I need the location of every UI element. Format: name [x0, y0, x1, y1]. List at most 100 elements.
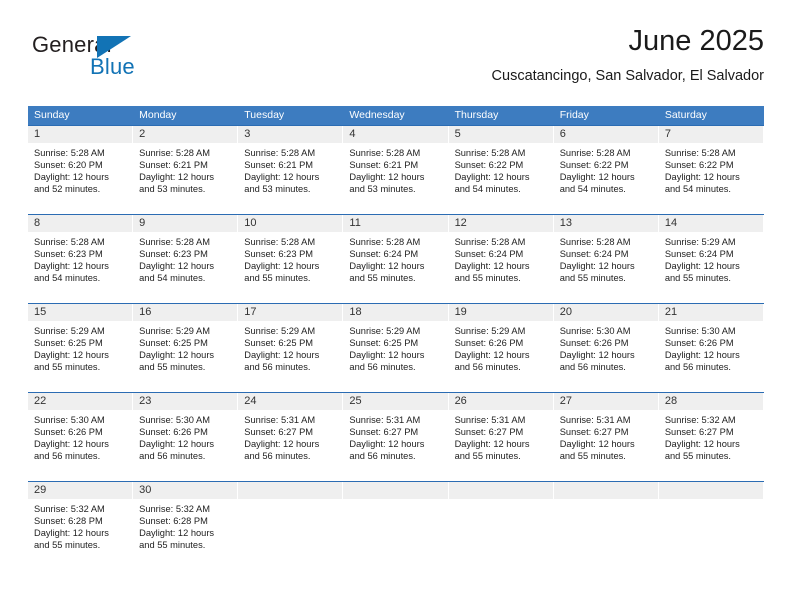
sunrise-time: Sunrise: 5:29 AM: [139, 326, 210, 336]
daylight-duration-line1: Daylight: 12 hours: [139, 261, 215, 272]
day-details: Sunrise: 5:28 AM Sunset: 6:24 PM Daylight:…: [343, 232, 448, 284]
calendar-day-cell[interactable]: 28 Sunrise: 5:32 AM Sunset: 6:27 PM Dayligh…: [658, 393, 764, 481]
calendar-day-cell[interactable]: 26 Sunrise: 5:31 AM Sunset: 6:27 PM Dayligh…: [448, 393, 554, 481]
calendar-day-cell[interactable]: 30 Sunrise: 5:32 AM Sunset: 6:28 PM Dayligh…: [133, 482, 239, 570]
calendar-day-cell-empty: [553, 482, 659, 570]
weekday-header-row: Sunday Monday Tuesday Wednesday Thursday…: [28, 106, 764, 125]
calendar-day-cell[interactable]: 8 Sunrise: 5:28 AM Sunset: 6:23 PM Daylight…: [28, 215, 134, 303]
calendar-day-cell[interactable]: 1 Sunrise: 5:28 AM Sunset: 6:20 PM Daylight…: [28, 126, 134, 214]
brand-logo[interactable]: General Blue: [28, 32, 218, 88]
day-details: [659, 499, 764, 503]
daylight-duration-line1: Daylight: 12 hours: [559, 439, 635, 450]
day-number: 28: [664, 395, 678, 407]
daylight-duration-line1: Daylight: 12 hours: [559, 172, 635, 183]
calendar-day-cell[interactable]: 3 Sunrise: 5:28 AM Sunset: 6:21 PM Daylight…: [238, 126, 344, 214]
daylight-duration-line1: Daylight: 12 hours: [664, 350, 740, 361]
calendar-day-cell[interactable]: 24 Sunrise: 5:31 AM Sunset: 6:27 PM Dayligh…: [238, 393, 344, 481]
calendar-day-cell[interactable]: 23 Sunrise: 5:30 AM Sunset: 6:26 PM Dayligh…: [133, 393, 239, 481]
calendar-day-cell[interactable]: 16 Sunrise: 5:29 AM Sunset: 6:25 PM Dayligh…: [133, 304, 239, 392]
sunset-time: Sunset: 6:27 PM: [664, 427, 734, 438]
calendar-day-cell[interactable]: 15 Sunrise: 5:29 AM Sunset: 6:25 PM Dayligh…: [28, 304, 134, 392]
day-number: 15: [34, 306, 47, 318]
calendar-day-cell[interactable]: 5 Sunrise: 5:28 AM Sunset: 6:22 PM Daylight…: [448, 126, 554, 214]
calendar-day-cell[interactable]: 25 Sunrise: 5:31 AM Sunset: 6:27 PM Dayligh…: [343, 393, 449, 481]
calendar-day-cell[interactable]: 12 Sunrise: 5:28 AM Sunset: 6:24 PM Dayligh…: [448, 215, 554, 303]
sunrise-time: Sunrise: 5:28 AM: [454, 237, 526, 247]
day-number: 13: [559, 217, 572, 229]
daylight-duration-line2: and 52 minutes.: [34, 184, 101, 195]
calendar-day-cell[interactable]: 14 Sunrise: 5:29 AM Sunset: 6:24 PM Dayligh…: [658, 215, 764, 303]
day-number-band: 28: [658, 393, 764, 410]
calendar-day-cell[interactable]: 2 Sunrise: 5:28 AM Sunset: 6:21 PM Daylight…: [133, 126, 239, 214]
day-number: 6: [559, 128, 566, 140]
day-number-band: 18: [343, 304, 449, 321]
daylight-duration-line2: and 56 minutes.: [139, 451, 206, 462]
daylight-duration-line1: Daylight: 12 hours: [559, 350, 635, 361]
calendar-day-cell[interactable]: 11 Sunrise: 5:28 AM Sunset: 6:24 PM Dayligh…: [343, 215, 449, 303]
sunset-time: Sunset: 6:20 PM: [34, 160, 103, 171]
sunrise-time: Sunrise: 5:28 AM: [664, 148, 736, 158]
day-number: 16: [139, 306, 152, 318]
day-number-band: 2: [133, 126, 239, 143]
day-number: 12: [454, 217, 467, 229]
calendar-weeks: 1 Sunrise: 5:28 AM Sunset: 6:20 PM Daylight…: [28, 125, 764, 570]
day-details: Sunrise: 5:30 AM Sunset: 6:26 PM Daylight:…: [133, 410, 238, 462]
daylight-duration-line1: Daylight: 12 hours: [664, 439, 740, 450]
calendar-day-cell[interactable]: 4 Sunrise: 5:28 AM Sunset: 6:21 PM Daylight…: [343, 126, 449, 214]
page-subtitle: Cuscatancingo, San Salvador, El Salvador: [491, 67, 764, 84]
day-details: Sunrise: 5:28 AM Sunset: 6:23 PM Daylight:…: [238, 232, 343, 284]
calendar-day-cell[interactable]: 9 Sunrise: 5:28 AM Sunset: 6:23 PM Daylight…: [133, 215, 239, 303]
day-details: Sunrise: 5:28 AM Sunset: 6:24 PM Daylight:…: [554, 232, 659, 284]
calendar-day-cell[interactable]: 22 Sunrise: 5:30 AM Sunset: 6:26 PM Dayligh…: [28, 393, 134, 481]
calendar-day-cell[interactable]: 13 Sunrise: 5:28 AM Sunset: 6:24 PM Dayligh…: [553, 215, 659, 303]
daylight-duration-line1: Daylight: 12 hours: [139, 439, 215, 450]
day-number-band: 27: [553, 393, 659, 410]
daylight-duration-line2: and 55 minutes.: [139, 362, 206, 373]
calendar-grid: Sunday Monday Tuesday Wednesday Thursday…: [28, 106, 764, 570]
day-number: 21: [664, 306, 678, 318]
calendar-day-cell[interactable]: 7 Sunrise: 5:28 AM Sunset: 6:22 PM Daylight…: [658, 126, 764, 214]
calendar-day-cell[interactable]: 10 Sunrise: 5:28 AM Sunset: 6:23 PM Dayligh…: [238, 215, 344, 303]
day-number-band: 4: [343, 126, 449, 143]
day-number-band: 7: [658, 126, 764, 143]
daylight-duration-line1: Daylight: 12 hours: [664, 261, 740, 272]
calendar-day-cell[interactable]: 17 Sunrise: 5:29 AM Sunset: 6:25 PM Dayligh…: [238, 304, 344, 392]
sunrise-time: Sunrise: 5:28 AM: [34, 237, 105, 247]
calendar-day-cell[interactable]: 29 Sunrise: 5:32 AM Sunset: 6:28 PM Dayligh…: [28, 482, 134, 570]
sunset-time: Sunset: 6:28 PM: [139, 516, 208, 527]
sunset-time: Sunset: 6:27 PM: [559, 427, 629, 438]
sunset-time: Sunset: 6:21 PM: [244, 160, 314, 171]
day-number: 17: [244, 306, 257, 318]
daylight-duration-line2: and 56 minutes.: [244, 362, 311, 373]
day-details: Sunrise: 5:29 AM Sunset: 6:25 PM Daylight:…: [133, 321, 238, 373]
sunrise-time: Sunrise: 5:31 AM: [244, 415, 316, 425]
day-number: 3: [244, 128, 251, 140]
sunrise-time: Sunrise: 5:28 AM: [139, 148, 210, 158]
day-number-band: [238, 482, 344, 499]
sunset-time: Sunset: 6:23 PM: [244, 249, 314, 260]
day-number: 30: [139, 484, 152, 496]
daylight-duration-line2: and 55 minutes.: [454, 451, 521, 462]
daylight-duration-line1: Daylight: 12 hours: [349, 172, 425, 183]
sunset-time: Sunset: 6:27 PM: [349, 427, 419, 438]
calendar-day-cell[interactable]: 21 Sunrise: 5:30 AM Sunset: 6:26 PM Dayligh…: [658, 304, 764, 392]
calendar-day-cell[interactable]: 18 Sunrise: 5:29 AM Sunset: 6:25 PM Dayligh…: [343, 304, 449, 392]
calendar-day-cell-empty: [658, 482, 764, 570]
sunrise-time: Sunrise: 5:30 AM: [34, 415, 105, 425]
day-details: [238, 499, 343, 503]
daylight-duration-line2: and 56 minutes.: [34, 451, 101, 462]
sunrise-time: Sunrise: 5:31 AM: [559, 415, 631, 425]
sunset-time: Sunset: 6:21 PM: [139, 160, 208, 171]
day-number-band: 30: [133, 482, 239, 499]
calendar-day-cell[interactable]: 20 Sunrise: 5:30 AM Sunset: 6:26 PM Dayligh…: [553, 304, 659, 392]
daylight-duration-line1: Daylight: 12 hours: [454, 172, 530, 183]
calendar-day-cell[interactable]: 19 Sunrise: 5:29 AM Sunset: 6:26 PM Dayligh…: [448, 304, 554, 392]
calendar-day-cell[interactable]: 27 Sunrise: 5:31 AM Sunset: 6:27 PM Dayligh…: [553, 393, 659, 481]
day-number: 19: [454, 306, 467, 318]
daylight-duration-line2: and 53 minutes.: [244, 184, 311, 195]
daylight-duration-line1: Daylight: 12 hours: [34, 261, 109, 272]
calendar-day-cell[interactable]: 6 Sunrise: 5:28 AM Sunset: 6:22 PM Daylight…: [553, 126, 659, 214]
sunrise-time: Sunrise: 5:30 AM: [139, 415, 210, 425]
day-number-band: 13: [553, 215, 659, 232]
day-details: Sunrise: 5:29 AM Sunset: 6:24 PM Daylight:…: [659, 232, 764, 284]
